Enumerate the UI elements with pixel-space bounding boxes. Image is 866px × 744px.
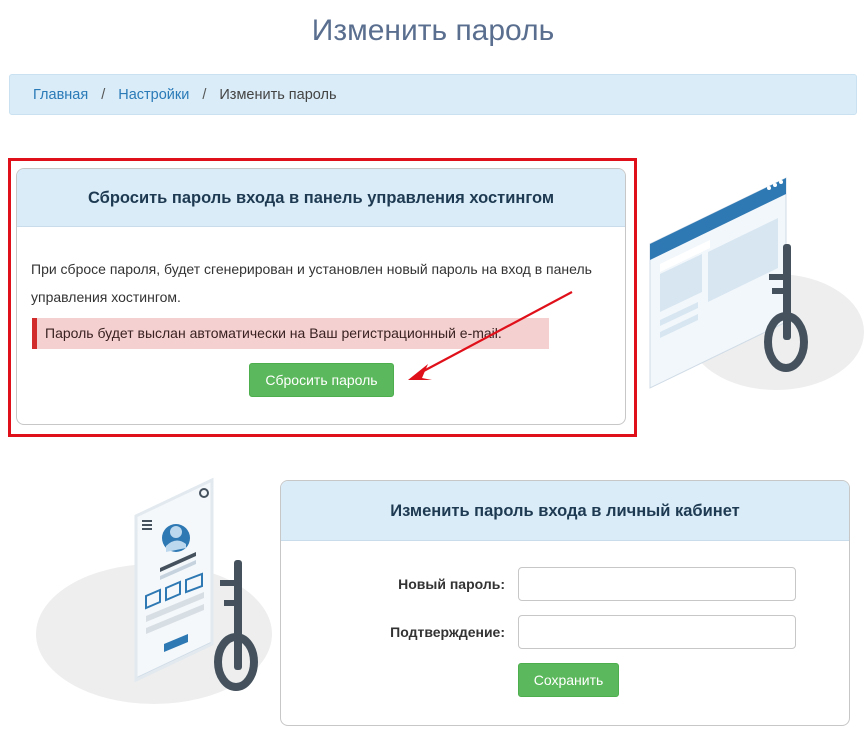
change-card-title: Изменить пароль входа в личный кабинет	[281, 481, 849, 541]
new-password-row: Новый пароль:	[281, 567, 849, 601]
breadcrumb-current: Изменить пароль	[219, 86, 337, 103]
reset-password-button[interactable]: Сбросить пароль	[249, 363, 394, 397]
phone-key-illustration	[36, 477, 272, 704]
browser-key-illustration	[649, 177, 864, 390]
confirm-password-label: Подтверждение:	[390, 624, 505, 640]
save-button[interactable]: Сохранить	[518, 663, 619, 697]
new-password-input[interactable]	[518, 567, 796, 601]
red-arrow-icon	[408, 291, 573, 380]
new-password-label: Новый пароль:	[398, 576, 505, 592]
breadcrumb-settings-link[interactable]: Настройки	[118, 87, 189, 103]
change-password-card: Изменить пароль входа в личный кабинет Н…	[280, 480, 850, 726]
confirm-password-row: Подтверждение:	[281, 615, 849, 649]
reset-card-title: Сбросить пароль входа в панель управлени…	[17, 169, 625, 227]
breadcrumb-separator: /	[101, 86, 106, 103]
confirm-password-input[interactable]	[518, 615, 796, 649]
page-title: Изменить пароль	[311, 14, 555, 47]
breadcrumb-separator: /	[202, 86, 207, 103]
breadcrumb: Главная / Настройки / Изменить пароль	[9, 74, 857, 115]
breadcrumb-home-link[interactable]: Главная	[33, 87, 88, 103]
